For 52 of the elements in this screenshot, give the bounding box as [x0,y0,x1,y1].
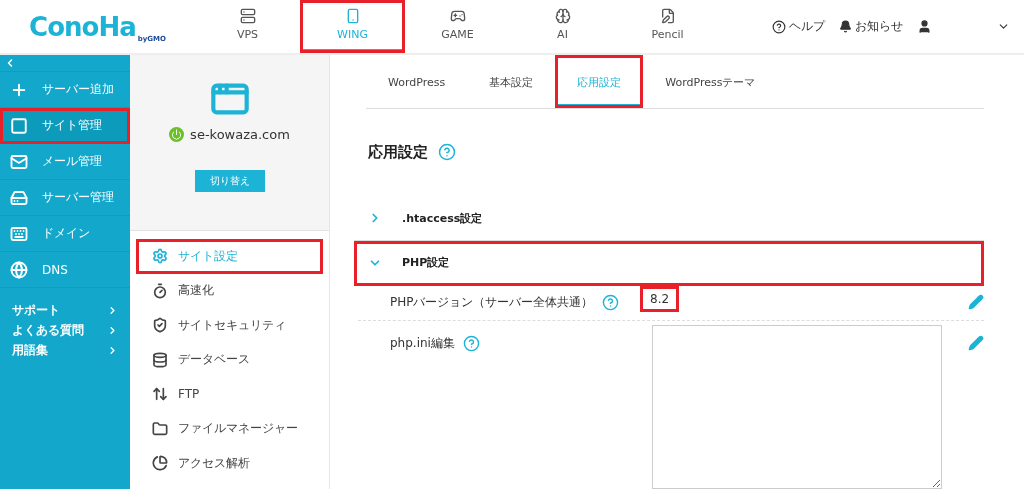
chevron-right-icon [107,324,118,336]
help-icon[interactable] [601,293,619,311]
database-icon [152,351,168,368]
nav-tab[interactable]: VPS [195,0,300,53]
site-menu-item[interactable]: FTP [136,377,323,412]
help-label: ヘルプ [788,18,825,35]
pie-chart-icon [152,455,168,472]
arrows-icon [152,386,168,403]
domain-name: se-kowaza.com [190,127,290,142]
nav-tab[interactable]: GAME [405,0,510,53]
tab[interactable]: 基本設定 [467,55,556,108]
user-icon[interactable] [916,19,932,34]
keyboard-icon [10,224,28,243]
site-menu-item[interactable]: ファイルマネージャー [136,411,323,446]
site-menu-item[interactable]: アクセス解析 [136,446,323,481]
tab[interactable]: WordPress [366,55,468,108]
accordion-header[interactable]: .htaccess設定 [354,196,984,241]
folder-icon [152,420,168,437]
nav-icon [659,8,676,24]
nav-tab[interactable]: AI [510,0,615,53]
help-icon[interactable] [462,335,480,352]
site-menu-item[interactable]: データベース [136,342,323,377]
bell-icon [838,20,852,33]
help-link[interactable]: ヘルプ [771,0,825,53]
nav-tab[interactable]: Pencil [615,0,720,53]
tab[interactable]: WordPressテーマ [643,55,778,108]
server-icon [10,188,28,207]
mail-icon [10,152,28,171]
window-icon [10,116,28,135]
help-icon [771,19,786,34]
logo-text: ConoHa [29,11,136,42]
globe-icon [10,260,28,279]
help-icon[interactable] [438,143,456,162]
field-label: PHPバージョン（サーバー全体共通） [390,293,594,311]
notice-link[interactable]: お知らせ [838,0,903,53]
nav-icon [449,8,466,24]
edit-icon[interactable] [968,293,984,310]
chevron-right-icon [107,344,118,356]
accordion-header[interactable]: PHP設定 [354,240,984,286]
chevron-right-icon [107,304,118,316]
php-version-value: 8.2 [640,285,680,312]
shield-icon [152,317,168,334]
site-menu-item[interactable]: サイトセキュリティ [136,308,323,343]
section-title: 応用設定 [368,142,428,162]
stopwatch-icon [152,282,168,299]
site-menu-item[interactable]: 高速化 [136,273,323,308]
notice-label: お知らせ [854,18,903,35]
nav-icon [239,8,256,24]
edit-icon[interactable] [968,335,984,351]
nav-icon [554,8,571,24]
gear-icon [152,248,168,265]
field-label: php.ini編集 [390,335,455,352]
